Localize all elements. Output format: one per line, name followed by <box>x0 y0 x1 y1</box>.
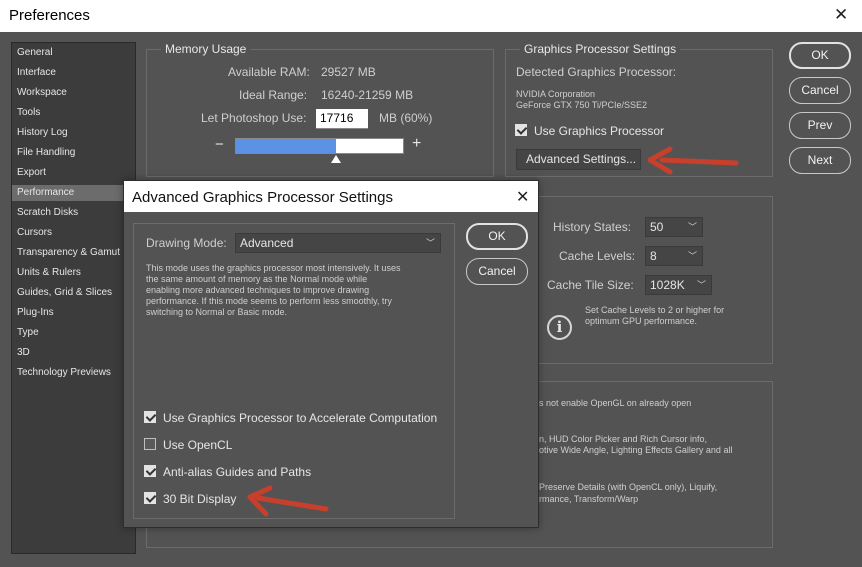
memory-slider-fill <box>236 139 337 153</box>
window-title-bar <box>0 0 862 32</box>
anti-alias-checkbox[interactable] <box>144 465 156 477</box>
gpu-description-line5: rmance, Transform/Warp <box>539 494 639 504</box>
memory-slider-track[interactable] <box>235 138 404 154</box>
sidebar-item-interface[interactable]: Interface <box>17 67 56 78</box>
sidebar-item-history-log[interactable]: History Log <box>17 127 68 138</box>
sidebar-item-file-handling[interactable]: File Handling <box>17 147 75 158</box>
use-opencl-checkbox[interactable] <box>144 438 156 450</box>
available-ram-value: 29527 MB <box>321 65 376 79</box>
sidebar-item-units-rulers[interactable]: Units & Rulers <box>17 267 81 278</box>
gpu-settings-title: Graphics Processor Settings <box>520 42 681 56</box>
history-cache-group <box>505 196 773 364</box>
sidebar-item-transparency-gamut[interactable]: Transparency & Gamut <box>17 247 120 258</box>
memory-amount-input[interactable]: 17716 <box>316 109 368 129</box>
sidebar-item-export[interactable]: Export <box>17 167 46 178</box>
memory-usage-title: Memory Usage <box>161 42 251 56</box>
sidebar-item-3d[interactable]: 3D <box>17 347 30 358</box>
drawing-mode-desc-line1: This mode uses the graphics processor mo… <box>146 263 401 273</box>
sidebar-item-scratch-disks[interactable]: Scratch Disks <box>17 207 78 218</box>
30-bit-display-label: 30 Bit Display <box>163 492 237 506</box>
ok-button[interactable]: OK <box>789 42 851 69</box>
history-states-select[interactable]: 50 ﹀ <box>645 217 703 237</box>
advanced-settings-button[interactable]: Advanced Settings... <box>516 149 641 170</box>
gpu-description-line3: otive Wide Angle, Lighting Effects Galle… <box>539 445 733 455</box>
memory-unit-label: MB (60%) <box>379 111 433 125</box>
drawing-mode-select[interactable]: Advanced ﹀ <box>235 233 441 253</box>
gpu-description-line2: n, HUD Color Picker and Rich Cursor info… <box>539 434 708 444</box>
drawing-mode-desc-line4: performance. If this mode seems to perfo… <box>146 296 392 306</box>
drawing-mode-label: Drawing Mode: <box>146 236 227 250</box>
memory-decrease-button[interactable]: − <box>215 136 224 153</box>
window-close-icon[interactable]: ✕ <box>834 5 848 25</box>
cancel-button[interactable]: Cancel <box>789 77 851 104</box>
chevron-down-icon: ﹀ <box>687 222 697 232</box>
detected-gpu-label: Detected Graphics Processor: <box>516 65 677 79</box>
sidebar-item-plug-ins[interactable]: Plug-Ins <box>17 307 54 318</box>
use-gpu-checkbox[interactable] <box>515 124 527 136</box>
gpu-description-line1: s not enable OpenGL on already open <box>539 398 692 408</box>
chevron-down-icon: ﹀ <box>425 238 435 248</box>
dialog-ok-button[interactable]: OK <box>466 223 528 250</box>
next-button[interactable]: Next <box>789 147 851 174</box>
cache-tile-size-select[interactable]: 1028K ﹀ <box>645 275 712 295</box>
cache-tip-line1: Set Cache Levels to 2 or higher for <box>585 305 725 315</box>
30-bit-display-checkbox[interactable] <box>144 492 156 504</box>
chevron-down-icon: ﹀ <box>687 251 697 261</box>
sidebar-item-general[interactable]: General <box>17 47 53 58</box>
preferences-sidebar: General Interface Workspace Tools Histor… <box>11 42 136 554</box>
cache-levels-label: Cache Levels: <box>559 249 636 263</box>
window-title: Preferences <box>9 7 90 24</box>
history-states-value: 50 <box>650 220 664 234</box>
dialog-title: Advanced Graphics Processor Settings <box>132 189 393 206</box>
sidebar-item-technology-previews[interactable]: Technology Previews <box>17 367 111 378</box>
cache-tile-size-label: Cache Tile Size: <box>547 278 634 292</box>
sidebar-item-guides-grid-slices[interactable]: Guides, Grid & Slices <box>17 287 112 298</box>
cache-tip-line2: optimum GPU performance. <box>585 316 698 326</box>
gpu-model: GeForce GTX 750 Ti/PCIe/SSE2 <box>516 100 648 110</box>
prev-button[interactable]: Prev <box>789 112 851 139</box>
accelerate-computation-label: Use Graphics Processor to Accelerate Com… <box>163 411 438 425</box>
use-gpu-label: Use Graphics Processor <box>534 124 665 138</box>
chevron-down-icon: ﹀ <box>696 280 706 290</box>
history-states-label: History States: <box>553 220 632 234</box>
sidebar-item-tools[interactable]: Tools <box>17 107 40 118</box>
sidebar-item-performance[interactable]: Performance <box>12 185 135 201</box>
gpu-description-line4: Preserve Details (with OpenCL only), Liq… <box>539 482 718 492</box>
drawing-mode-value: Advanced <box>240 236 294 250</box>
advanced-gpu-dialog: Advanced Graphics Processor Settings ✕ D… <box>123 180 539 528</box>
use-opencl-label: Use OpenCL <box>163 438 233 452</box>
cache-tile-size-value: 1028K <box>650 278 685 292</box>
memory-increase-button[interactable]: + <box>412 135 421 153</box>
cache-levels-value: 8 <box>650 249 657 263</box>
sidebar-item-workspace[interactable]: Workspace <box>17 87 67 98</box>
cache-levels-select[interactable]: 8 ﹀ <box>645 246 703 266</box>
let-photoshop-use-label: Let Photoshop Use: <box>201 111 307 125</box>
annotation-arrow-icon <box>247 485 329 517</box>
dialog-close-icon[interactable]: ✕ <box>516 187 529 207</box>
anti-alias-label: Anti-alias Guides and Paths <box>163 465 312 479</box>
ideal-range-value: 16240-21259 MB <box>321 88 414 102</box>
dialog-cancel-button[interactable]: Cancel <box>466 258 528 285</box>
ideal-range-label: Ideal Range: <box>239 88 308 102</box>
available-ram-label: Available RAM: <box>228 65 310 79</box>
sidebar-item-cursors[interactable]: Cursors <box>17 227 52 238</box>
memory-slider-thumb[interactable] <box>331 155 342 163</box>
sidebar-item-type[interactable]: Type <box>17 327 39 338</box>
drawing-mode-desc-line3: enabling more advanced techniques to imp… <box>146 285 370 295</box>
accelerate-computation-checkbox[interactable] <box>144 411 156 423</box>
drawing-mode-desc-line2: the same amount of memory as the Normal … <box>146 274 368 284</box>
info-icon: i <box>547 315 572 340</box>
annotation-arrow-icon <box>647 146 739 175</box>
gpu-vendor: NVIDIA Corporation <box>516 89 596 99</box>
drawing-mode-desc-line5: switching to Normal or Basic mode. <box>146 307 288 317</box>
